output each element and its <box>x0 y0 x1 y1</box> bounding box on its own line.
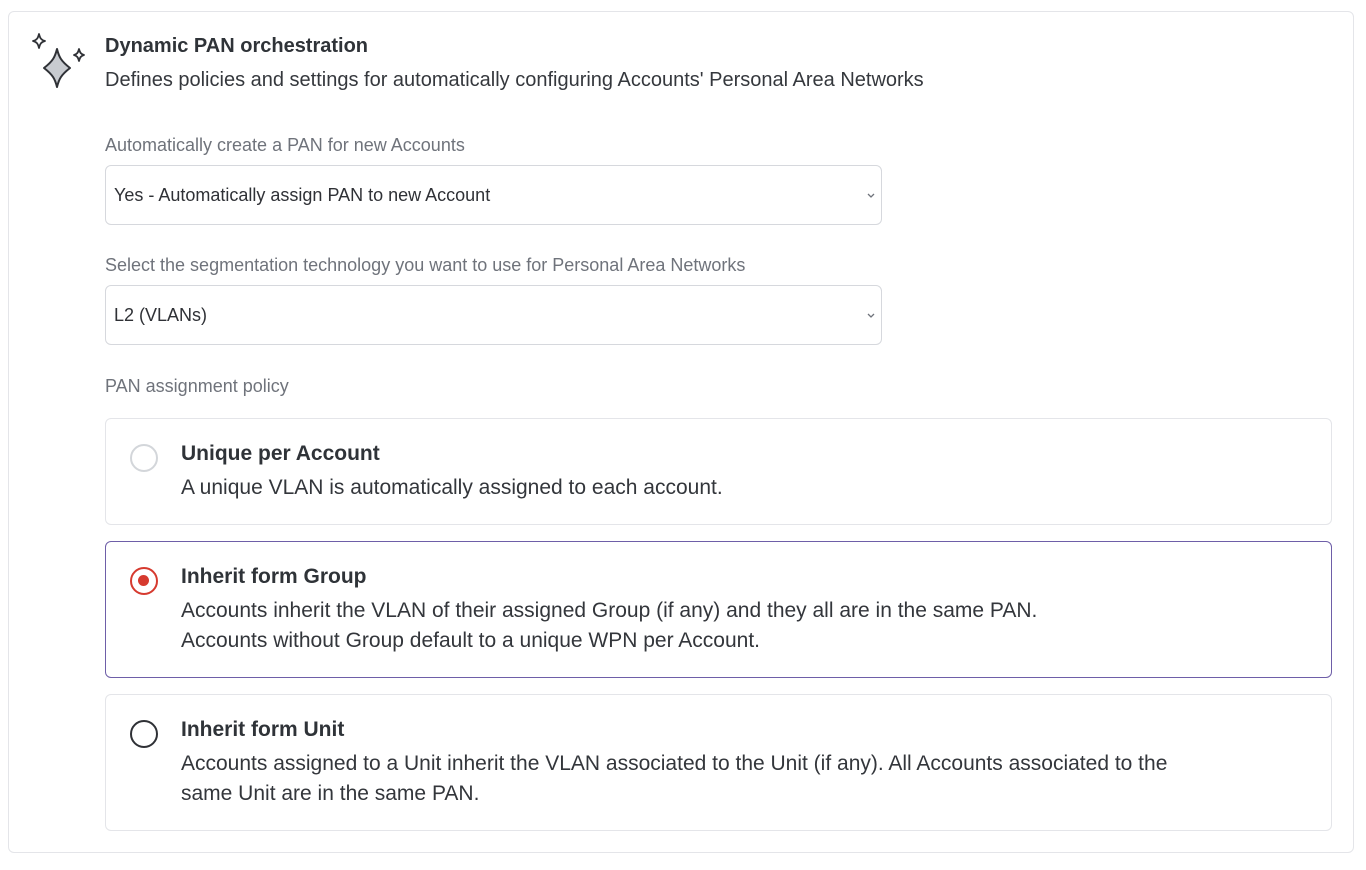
radio-unselected[interactable] <box>130 720 158 748</box>
option-title: Inherit form Group <box>181 565 367 588</box>
auto-create-select[interactable]: Yes - Automatically assign PAN to new Ac… <box>105 165 882 225</box>
auto-create-value: Yes - Automatically assign PAN to new Ac… <box>114 185 491 205</box>
segmentation-label: Select the segmentation technology you w… <box>105 255 746 275</box>
segmentation-select[interactable]: L2 (VLANs) <box>105 285 882 345</box>
policy-label: PAN assignment policy <box>105 376 289 396</box>
sparkles-icon <box>32 33 85 88</box>
option-description-line: same Unit are in the same PAN. <box>181 782 480 805</box>
policy-option-inherit-unit[interactable]: Inherit form Unit Accounts assigned to a… <box>105 694 1332 831</box>
policy-option-inherit-group[interactable]: Inherit form Group Accounts inherit the … <box>105 541 1332 678</box>
policy-option-unique-per-account[interactable]: Unique per Account A unique VLAN is auto… <box>105 418 1332 525</box>
chevron-down-icon <box>867 313 875 318</box>
auto-create-label: Automatically create a PAN for new Accou… <box>105 135 465 155</box>
option-description-line: A unique VLAN is automatically assigned … <box>181 476 723 499</box>
option-description: A unique VLAN is automatically assigned … <box>181 473 1301 503</box>
option-description-line: Accounts assigned to a Unit inherit the … <box>181 752 1168 775</box>
option-description: Accounts inherit the VLAN of their assig… <box>181 596 1301 656</box>
chevron-down-icon <box>867 193 875 198</box>
section-subtitle: Defines policies and settings for automa… <box>105 69 924 91</box>
radio-selected[interactable] <box>130 567 158 595</box>
radio-unselected[interactable] <box>130 444 158 472</box>
option-description: Accounts assigned to a Unit inherit the … <box>181 749 1301 809</box>
segmentation-value: L2 (VLANs) <box>114 305 208 325</box>
option-title: Inherit form Unit <box>181 718 345 741</box>
option-description-line: Accounts without Group default to a uniq… <box>181 629 760 652</box>
option-description-line: Accounts inherit the VLAN of their assig… <box>181 599 1038 622</box>
option-title: Unique per Account <box>181 442 380 465</box>
section-title: Dynamic PAN orchestration <box>105 35 369 57</box>
